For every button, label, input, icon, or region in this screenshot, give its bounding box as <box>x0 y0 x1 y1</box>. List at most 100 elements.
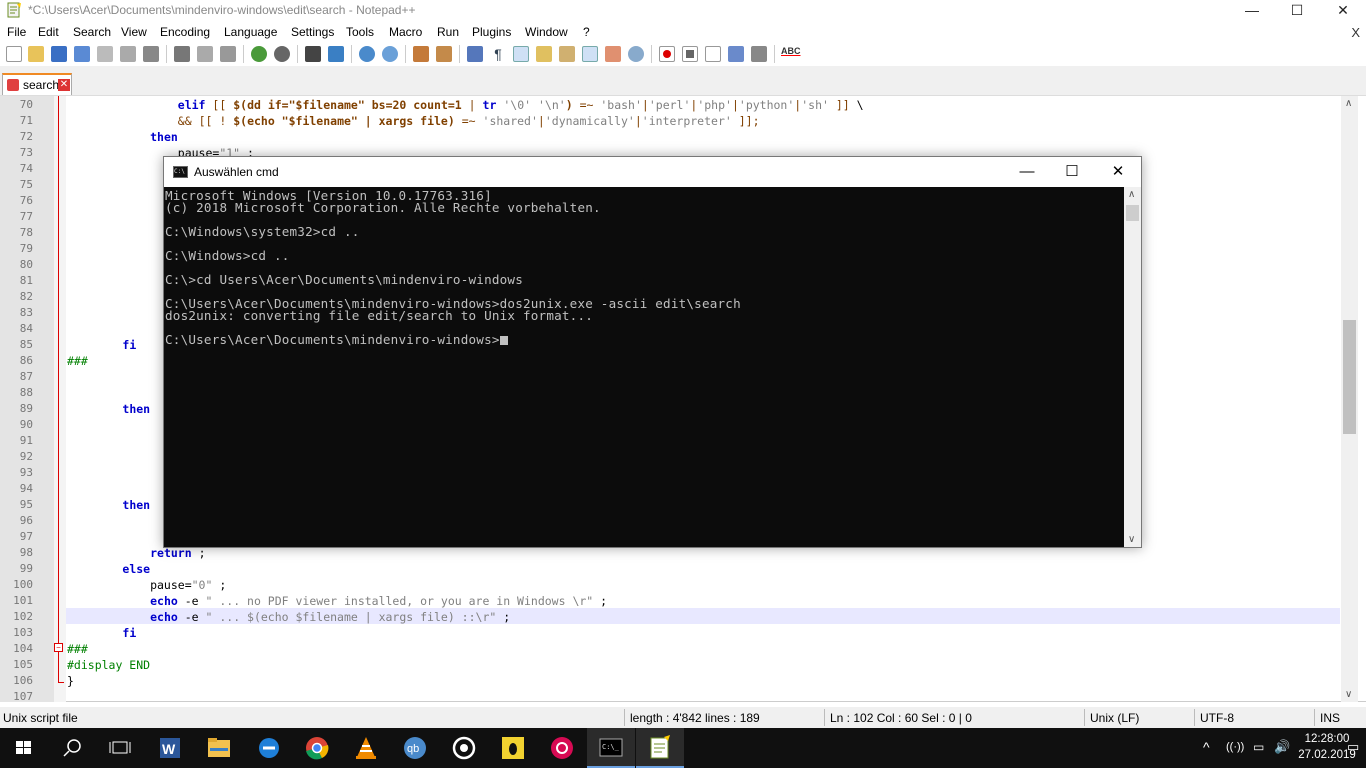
record-macro-icon[interactable] <box>659 46 675 62</box>
status-encoding[interactable]: UTF-8 <box>1200 711 1234 725</box>
code-line[interactable]: then <box>67 402 150 416</box>
stop-record-icon[interactable] <box>682 46 698 62</box>
sync-vertical-icon[interactable] <box>413 46 429 62</box>
menu-search[interactable]: Search <box>73 25 111 39</box>
paste-icon[interactable] <box>220 46 236 62</box>
scrollbar-thumb[interactable] <box>1343 320 1356 434</box>
function-list-icon[interactable] <box>559 46 575 62</box>
menu-view[interactable]: View <box>121 25 147 39</box>
copy-icon[interactable] <box>197 46 213 62</box>
fold-margin[interactable]: − <box>54 96 66 702</box>
code-line[interactable]: return ; <box>67 546 205 560</box>
tab-search[interactable]: search ✕ <box>2 73 72 95</box>
zoom-out-icon[interactable] <box>382 46 398 62</box>
eye-icon[interactable] <box>628 46 644 62</box>
edge-icon[interactable] <box>244 728 292 768</box>
cmd-window[interactable]: C:\ Auswählen cmd — ☐ ✕ Microsoft Window… <box>163 156 1142 548</box>
close-icon[interactable] <box>97 46 113 62</box>
run-macro-multiple-icon[interactable] <box>728 46 744 62</box>
doc-map-icon[interactable] <box>536 46 552 62</box>
line-number: 77 <box>19 210 33 223</box>
cmd-scrollbar[interactable]: ∧ ∨ <box>1124 187 1141 547</box>
sync-horizontal-icon[interactable] <box>436 46 452 62</box>
open-file-icon[interactable] <box>28 46 44 62</box>
code-line[interactable]: && [[ ! $(echo "$filename" | xargs file)… <box>67 114 760 128</box>
cmd-title-bar[interactable]: C:\ Auswählen cmd — ☐ ✕ <box>164 157 1141 187</box>
menu-tools[interactable]: Tools <box>346 25 374 39</box>
minimize-button[interactable]: — <box>1229 0 1275 22</box>
show-all-chars-icon[interactable]: ¶ <box>490 46 506 62</box>
word-icon[interactable]: W <box>146 728 194 768</box>
indent-guide-icon[interactable] <box>513 46 529 62</box>
close-all-icon[interactable] <box>120 46 136 62</box>
cmd-maximize-button[interactable]: ☐ <box>1049 161 1095 183</box>
cut-icon[interactable] <box>174 46 190 62</box>
cmd-scroll-thumb[interactable] <box>1126 205 1139 221</box>
menu-plugins[interactable]: Plugins <box>472 25 511 39</box>
cmd-close-button[interactable]: ✕ <box>1095 161 1141 183</box>
menu-help[interactable]: ? <box>583 25 590 39</box>
task-view-icon[interactable] <box>96 728 144 768</box>
code-line[interactable]: pause="0" ; <box>67 578 226 592</box>
save-icon[interactable] <box>51 46 67 62</box>
chrome-icon[interactable] <box>293 728 341 768</box>
code-line[interactable]: elif [[ $(dd if="$filename" bs=20 count=… <box>67 98 864 112</box>
menu-edit[interactable]: Edit <box>38 25 59 39</box>
search-icon[interactable] <box>48 728 96 768</box>
code-line[interactable]: ### <box>67 354 88 368</box>
code-line[interactable]: fi <box>67 338 136 352</box>
new-file-icon[interactable] <box>6 46 22 62</box>
debian-icon[interactable] <box>538 728 586 768</box>
undo-icon[interactable] <box>251 46 267 62</box>
speaker-icon[interactable]: 🔊 <box>1274 739 1290 755</box>
code-line[interactable]: else <box>67 562 150 576</box>
cmd-console[interactable]: Microsoft Windows [Version 10.0.17763.31… <box>164 187 1124 547</box>
code-line[interactable]: #display END <box>67 658 150 672</box>
save-macro-icon[interactable] <box>751 46 767 62</box>
menu-language[interactable]: Language <box>224 25 277 39</box>
folder-workspace-icon[interactable] <box>582 46 598 62</box>
redo-icon[interactable] <box>274 46 290 62</box>
replace-icon[interactable] <box>328 46 344 62</box>
close-button[interactable]: ✕ <box>1320 0 1366 22</box>
zoom-in-icon[interactable] <box>359 46 375 62</box>
qbittorrent-icon[interactable]: qb <box>391 728 439 768</box>
code-line[interactable]: then <box>67 498 150 512</box>
spell-check-icon[interactable]: ABC <box>781 46 801 62</box>
tab-close-icon[interactable]: ✕ <box>58 79 70 91</box>
windows-start-icon[interactable] <box>0 728 48 768</box>
menu-window[interactable]: Window <box>525 25 568 39</box>
code-line[interactable]: } <box>67 674 74 688</box>
linux-tux-icon[interactable] <box>489 728 537 768</box>
code-line[interactable]: echo -e " ... no PDF viewer installed, o… <box>67 594 607 608</box>
vlc-icon[interactable] <box>342 728 390 768</box>
cmd-icon[interactable]: C:\_ <box>587 728 635 768</box>
circle-app-icon[interactable] <box>440 728 488 768</box>
print-icon[interactable] <box>143 46 159 62</box>
wifi-icon[interactable]: ((·)) <box>1226 741 1244 753</box>
code-line[interactable]: fi <box>67 626 136 640</box>
notification-icon[interactable]: ▭ <box>1347 739 1359 755</box>
menu-encoding[interactable]: Encoding <box>160 25 210 39</box>
code-line[interactable]: ### <box>67 642 88 656</box>
tray-chevron-icon[interactable]: ^ <box>1203 739 1210 755</box>
menu-run[interactable]: Run <box>437 25 459 39</box>
find-icon[interactable] <box>305 46 321 62</box>
monitoring-icon[interactable] <box>605 46 621 62</box>
battery-icon[interactable]: ▭ <box>1253 740 1264 754</box>
status-mode[interactable]: INS <box>1320 711 1340 725</box>
save-all-icon[interactable] <box>74 46 90 62</box>
code-line[interactable]: echo -e " ... $(echo $filename | xargs f… <box>67 610 510 624</box>
menu-settings[interactable]: Settings <box>291 25 334 39</box>
file-explorer-icon[interactable] <box>195 728 243 768</box>
play-macro-icon[interactable] <box>705 46 721 62</box>
notepadpp-icon[interactable] <box>636 728 684 768</box>
menu-file[interactable]: File <box>7 25 26 39</box>
cmd-minimize-button[interactable]: — <box>1004 161 1050 183</box>
status-eol[interactable]: Unix (LF) <box>1090 711 1139 725</box>
code-line[interactable]: then <box>67 130 178 144</box>
menu-macro[interactable]: Macro <box>389 25 422 39</box>
close-document-x[interactable]: X <box>1351 25 1360 40</box>
word-wrap-icon[interactable] <box>467 46 483 62</box>
maximize-button[interactable]: ☐ <box>1274 0 1320 22</box>
